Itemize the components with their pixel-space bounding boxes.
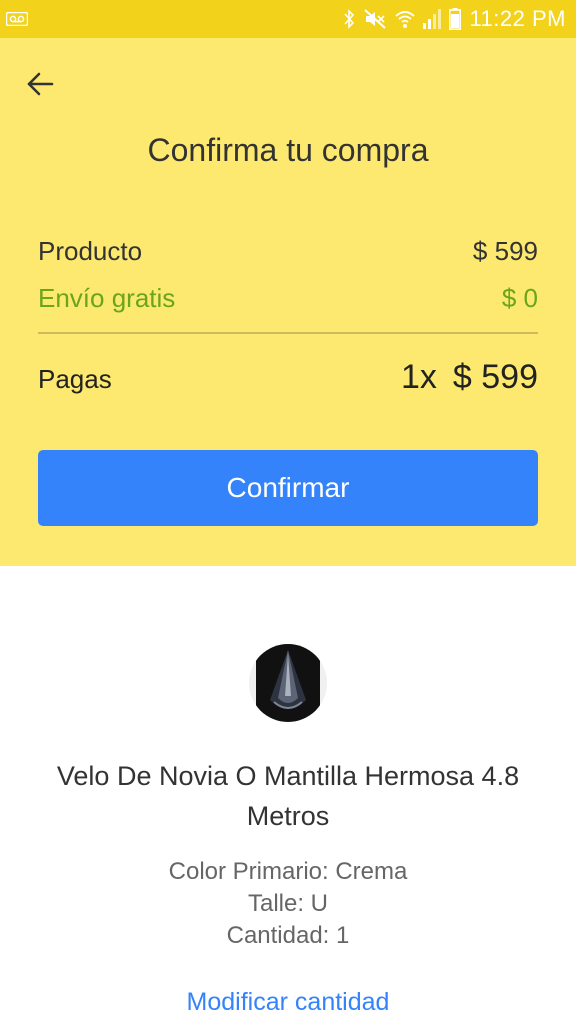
page-title: Confirma tu compra	[147, 132, 429, 168]
confirm-button[interactable]: Confirmar	[38, 450, 538, 526]
total-label: Pagas	[38, 364, 112, 394]
bluetooth-icon	[344, 9, 355, 29]
total-quantity: 1x	[400, 358, 437, 396]
shipping-label: Envío gratis	[38, 283, 176, 313]
shipping-price: $ 0	[501, 283, 538, 313]
product-price: $ 599	[472, 236, 538, 266]
wifi-icon	[395, 11, 416, 28]
attribute-color: Color Primario: Crema	[168, 858, 408, 885]
product-details: Velo De Novia O Mantilla Hermosa 4.8 Met…	[0, 566, 576, 1024]
status-bar: 11:22 PM	[0, 0, 576, 38]
back-button[interactable]	[20, 64, 60, 104]
product-row: Producto $ 599	[38, 236, 538, 267]
total-price: $ 599	[452, 358, 538, 396]
product-thumbnail	[249, 644, 327, 722]
modify-quantity-link[interactable]: Modificar cantidad	[0, 988, 576, 1017]
battery-icon	[449, 8, 462, 30]
attribute-quantity: Cantidad: 1	[226, 922, 350, 949]
shipping-row: Envío gratis $ 0	[38, 283, 538, 314]
product-title: Velo De Novia O Mantilla Hermosa 4.8 Met…	[56, 761, 520, 831]
attribute-size: Talle: U	[247, 890, 329, 917]
divider	[38, 332, 538, 334]
voicemail-icon	[6, 12, 28, 26]
signal-icon	[423, 9, 442, 29]
total-row: Pagas 1x $ 599	[38, 358, 538, 397]
veil-product-image	[256, 644, 320, 722]
product-attributes: Color Primario: Crema Talle: U Cantidad:…	[0, 856, 576, 952]
total-amount: 1x $ 599	[401, 358, 538, 397]
purchase-summary-panel: Confirma tu compra Producto $ 599 Envío …	[0, 38, 576, 566]
status-icons: 11:22 PM	[343, 4, 566, 34]
product-label: Producto	[38, 236, 143, 266]
arrow-left-icon	[27, 72, 54, 96]
mute-icon	[364, 9, 387, 29]
status-time: 11:22 PM	[469, 6, 566, 31]
